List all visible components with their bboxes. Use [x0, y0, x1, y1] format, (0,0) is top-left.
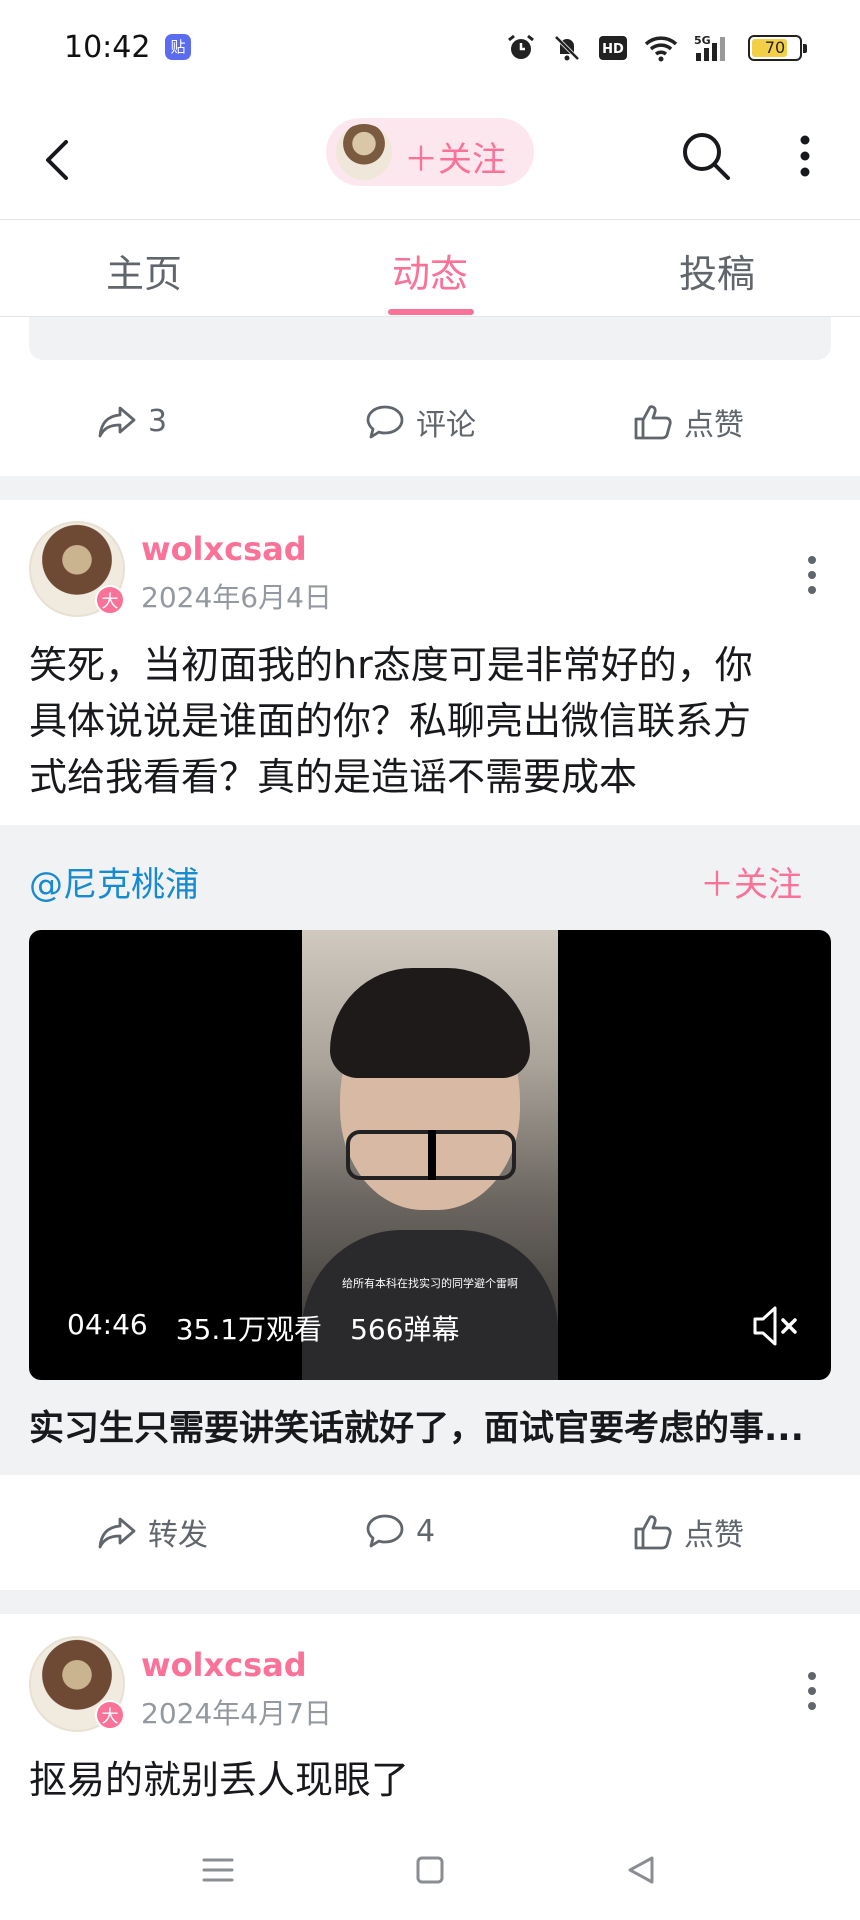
video-danmaku: 566弹幕	[350, 1313, 460, 1346]
video-title[interactable]: 实习生只需要讲笑话就好了，面试官要考虑的事...	[29, 1400, 831, 1451]
system-nav-bar	[0, 1820, 860, 1920]
alarm-icon	[508, 34, 534, 59]
profile-tabs: 主页 动态 投稿	[0, 221, 860, 317]
author-name[interactable]: wolxcsad	[141, 1646, 307, 1684]
forward-label: 转发	[148, 1518, 208, 1553]
video-duration: 04:46	[67, 1308, 148, 1341]
home-square-icon[interactable]	[410, 1850, 450, 1890]
post-text-line: 式给我看看？真的是造谣不需要成本	[29, 755, 638, 799]
battery-icon: 70	[748, 35, 807, 61]
post-text-line: 抠易的就别丢人现眼了	[29, 1758, 410, 1802]
tab-home[interactable]: 主页	[106, 243, 182, 298]
battery-text: 70	[764, 38, 786, 57]
svg-text:HD: HD	[602, 42, 624, 57]
search-icon[interactable]	[678, 128, 734, 184]
share-icon	[98, 406, 136, 438]
tab-dynamics[interactable]: 动态	[392, 243, 468, 298]
post-date: 2024年6月4日	[141, 581, 332, 614]
follow-button[interactable]: ＋关注	[326, 118, 534, 186]
forward-follow-button[interactable]: ＋关注	[700, 857, 802, 906]
active-tab-indicator	[388, 309, 474, 315]
video-player[interactable]: 给所有本科在找实习的同学避个雷啊 04:46 35.1万观看 566弹幕	[29, 930, 831, 1380]
section-divider	[0, 476, 860, 500]
follow-label: ＋关注	[404, 140, 506, 180]
top-header: ＋关注	[0, 100, 860, 220]
status-bar: 10:42 贴 HD 5G 70	[0, 0, 860, 100]
author-name[interactable]: wolxcsad	[141, 530, 307, 568]
comment-label: 评论	[416, 408, 476, 443]
avatar	[336, 124, 392, 180]
tab-submissions[interactable]: 投稿	[679, 243, 755, 298]
more-options-icon[interactable]	[790, 128, 820, 184]
like-button[interactable]: 点赞	[632, 400, 744, 444]
share-icon	[98, 1517, 136, 1549]
mute-icon	[554, 35, 580, 61]
post-date: 2024年4月7日	[141, 1697, 332, 1730]
post-text-line: 具体说说是谁面的你？私聊亮出微信联系方	[29, 699, 752, 743]
member-badge: 大	[95, 1700, 125, 1730]
share-button[interactable]: 3	[96, 400, 167, 442]
forward-author-link[interactable]: @尼克桃浦	[29, 857, 199, 906]
video-subtitle: 给所有本科在找实习的同学避个雷啊	[342, 1277, 518, 1290]
back-arrow-icon[interactable]	[36, 130, 86, 190]
comment-icon	[366, 1514, 404, 1548]
mute-volume-icon[interactable]	[749, 1302, 805, 1350]
like-label: 点赞	[684, 408, 744, 443]
forwarded-video-card[interactable]: @尼克桃浦 ＋关注 给所有本科在找实习的同学避个雷啊 04:46 35.1万观看…	[0, 825, 860, 1475]
hd-icon: HD	[599, 36, 627, 60]
video-stats: 04:46 35.1万观看 566弹幕	[67, 1308, 460, 1348]
post-more-icon[interactable]	[796, 550, 828, 600]
post-text-line: 笑死，当初面我的hr态度可是非常好的，你	[29, 643, 753, 687]
comment-count: 4	[416, 1513, 436, 1549]
comment-button[interactable]: 4	[364, 1510, 435, 1552]
like-label: 点赞	[684, 1518, 744, 1553]
previous-post-actions: 3 评论 点赞	[0, 366, 860, 476]
post-actions: 转发 4 点赞	[0, 1476, 860, 1586]
status-time: 10:42	[64, 30, 151, 65]
wifi-icon	[644, 36, 678, 62]
comment-button[interactable]: 评论	[364, 400, 476, 444]
thumbs-up-icon	[634, 1515, 672, 1550]
member-badge: 大	[95, 585, 125, 615]
video-views: 35.1万观看	[175, 1313, 323, 1346]
app-notification-icon: 贴	[165, 34, 191, 60]
menu-icon[interactable]	[198, 1850, 238, 1890]
status-icons: HD 5G 70	[506, 30, 807, 66]
comment-icon	[366, 405, 404, 439]
share-count: 3	[148, 403, 168, 439]
post-more-icon[interactable]	[796, 1666, 828, 1716]
5g-signal-icon: 5G	[694, 34, 725, 61]
thumbs-up-icon	[634, 405, 672, 440]
like-button[interactable]: 点赞	[632, 1510, 744, 1554]
section-divider	[0, 1590, 860, 1614]
back-triangle-icon[interactable]	[622, 1850, 662, 1890]
post-text: 抠易的就别丢人现眼了	[29, 1752, 829, 1808]
forward-button[interactable]: 转发	[96, 1510, 208, 1554]
svg-text:5G: 5G	[694, 34, 711, 47]
post-text: 笑死，当初面我的hr态度可是非常好的，你 具体说说是谁面的你？私聊亮出微信联系方…	[29, 637, 829, 805]
